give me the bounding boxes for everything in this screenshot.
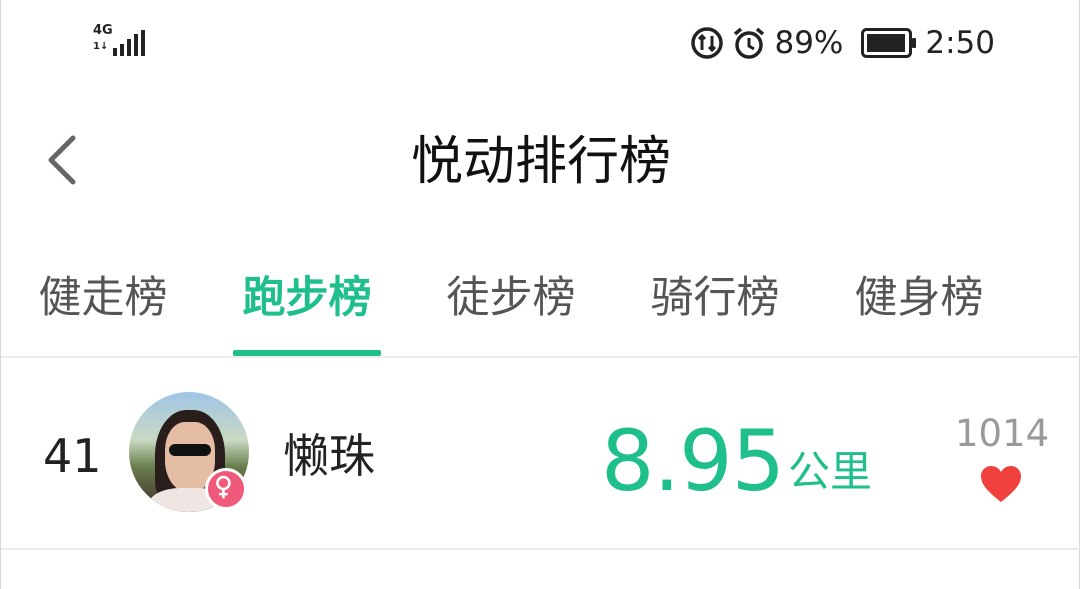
- data-saver-icon: [691, 27, 724, 59]
- app-screen: 4G 1↓ 89% 2:50 悦动排行榜 健走榜 跑步榜 徒步榜 骑行榜 健身榜…: [0, 0, 1080, 589]
- user-name[interactable]: 懒珠: [283, 426, 375, 486]
- page-header: 悦动排行榜: [1, 100, 1080, 230]
- alarm-icon: [734, 27, 765, 59]
- network-type: 4G: [93, 23, 113, 38]
- signal-indicator: 4G 1↓: [93, 24, 147, 58]
- tab-label: 跑步榜: [242, 273, 372, 323]
- tab-label: 骑行榜: [650, 273, 780, 323]
- tab-hiking[interactable]: 徒步榜: [437, 262, 585, 356]
- network-activity: 1↓: [93, 41, 109, 52]
- battery-percent: 89%: [774, 25, 844, 61]
- signal-icon: [113, 30, 145, 56]
- tab-cycling[interactable]: 骑行榜: [641, 262, 789, 356]
- rank-number: 41: [43, 429, 102, 483]
- tab-label: 健身榜: [854, 273, 984, 323]
- tab-fitness[interactable]: 健身榜: [845, 262, 993, 356]
- tab-walking[interactable]: 健走榜: [29, 262, 177, 356]
- category-tabs: 健走榜 跑步榜 徒步榜 骑行榜 健身榜: [1, 262, 1080, 356]
- female-icon: [205, 468, 247, 510]
- clock: 2:50: [925, 25, 995, 61]
- battery-icon: [861, 28, 917, 58]
- tab-label: 徒步榜: [446, 273, 576, 323]
- distance-unit: 公里: [788, 447, 873, 496]
- row-divider: [1, 548, 1080, 550]
- like-count: 1014: [955, 412, 1050, 455]
- status-right: 89% 2:50: [690, 22, 995, 64]
- heart-icon[interactable]: [979, 464, 1023, 504]
- status-bar: 4G 1↓ 89% 2:50: [1, 0, 1080, 88]
- tab-running[interactable]: 跑步榜: [233, 262, 381, 356]
- tab-label: 健走榜: [38, 273, 168, 323]
- page-title: 悦动排行榜: [410, 132, 671, 192]
- distance: 8.95 公里: [601, 406, 872, 506]
- distance-value: 8.95: [601, 412, 785, 510]
- ranking-row[interactable]: 41 懒珠 8.95 公里 1014: [1, 358, 1080, 548]
